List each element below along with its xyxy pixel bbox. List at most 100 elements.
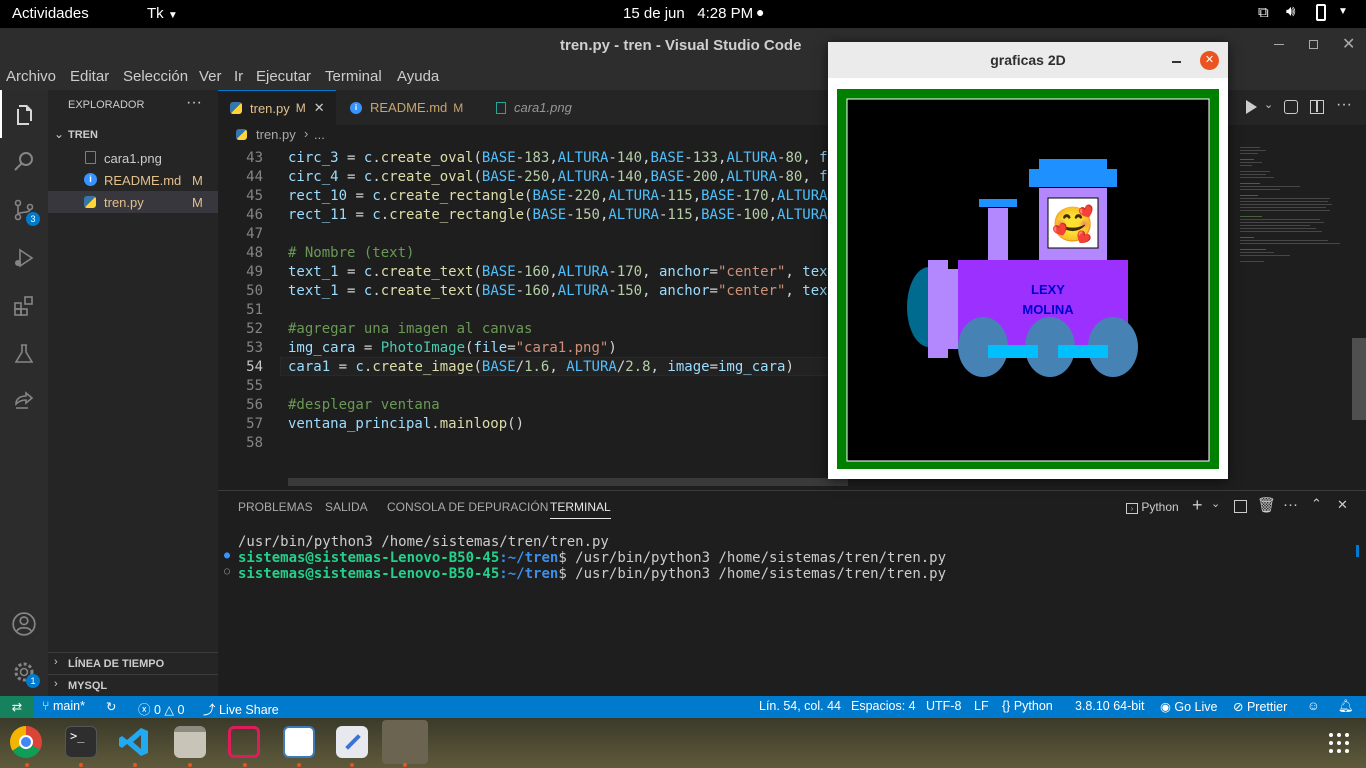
- menu-ir[interactable]: Ir: [234, 68, 243, 85]
- run-options-chevron-icon[interactable]: ⌄: [1264, 98, 1273, 111]
- code-line[interactable]: #agregar una imagen al canvas: [288, 321, 532, 337]
- open-changes-icon[interactable]: [1284, 100, 1298, 114]
- live-share-status[interactable]: ⤴ Live Share: [203, 699, 279, 718]
- menu-seleccion[interactable]: Selección: [123, 68, 188, 85]
- indentation[interactable]: Espacios: 4: [851, 699, 916, 713]
- code-line[interactable]: cara1 = c.create_image(BASE/1.6, ALTURA/…: [288, 359, 794, 375]
- code-line[interactable]: rect_11 = c.create_rectangle(BASE-150,AL…: [288, 207, 828, 223]
- source-control-icon[interactable]: 3: [0, 186, 48, 234]
- explorer-icon[interactable]: [0, 90, 48, 138]
- close-icon[interactable]: ✕: [1342, 34, 1355, 54]
- file-item-cara1-png[interactable]: cara1.png: [48, 147, 218, 169]
- folder-tren[interactable]: ⌄ TREN: [48, 126, 218, 146]
- minimize-icon[interactable]: [1172, 61, 1181, 63]
- timeline-section[interactable]: › LÍNEA DE TIEMPO: [48, 652, 218, 674]
- code-line[interactable]: circ_4 = c.create_oval(BASE-250,ALTURA-1…: [288, 169, 828, 185]
- menu-ver[interactable]: Ver: [199, 68, 222, 85]
- vertical-scrollbar[interactable]: [1352, 338, 1366, 420]
- tk-title-bar[interactable]: graficas 2D ✕: [828, 42, 1228, 78]
- account-icon[interactable]: [0, 600, 48, 648]
- vscode-app-icon[interactable]: [118, 726, 150, 758]
- file-item-readme-md[interactable]: i README.md M: [48, 169, 218, 191]
- extensions-icon[interactable]: [0, 282, 48, 330]
- trash-icon[interactable]: 🗑︎: [1257, 496, 1276, 514]
- horizontal-scrollbar[interactable]: [288, 478, 848, 486]
- show-apps-icon[interactable]: [1328, 732, 1350, 754]
- restore-icon[interactable]: [1309, 40, 1318, 49]
- code-line[interactable]: text_1 = c.create_text(BASE-160,ALTURA-1…: [288, 264, 828, 280]
- code-line[interactable]: circ_3 = c.create_oval(BASE-183,ALTURA-1…: [288, 150, 828, 166]
- close-panel-icon[interactable]: ✕: [1337, 497, 1348, 513]
- tab-readme-md[interactable]: i README.md M: [336, 90, 482, 125]
- cursor-position[interactable]: Lín. 54, col. 44: [759, 699, 841, 713]
- terminal-dropdown-chevron-icon[interactable]: ⌄: [1211, 497, 1220, 510]
- end-of-line[interactable]: LF: [974, 699, 989, 713]
- maximize-panel-icon[interactable]: ⌃: [1311, 496, 1322, 512]
- app-menu[interactable]: Tk ▼: [147, 5, 178, 22]
- code-line[interactable]: rect_10 = c.create_rectangle(BASE-220,AL…: [288, 188, 828, 204]
- remote-indicator-icon[interactable]: ⇄: [0, 696, 34, 718]
- code-line[interactable]: #desplegar ventana: [288, 397, 440, 413]
- code-line[interactable]: # Nombre (text): [288, 245, 414, 261]
- activities-button[interactable]: Actividades: [12, 5, 89, 22]
- more-actions-icon[interactable]: ···: [1336, 96, 1352, 114]
- menu-editar[interactable]: Editar: [70, 68, 109, 85]
- run-python-icon[interactable]: [1246, 100, 1257, 114]
- new-terminal-icon[interactable]: +: [1192, 495, 1203, 516]
- close-icon[interactable]: ✕: [1200, 51, 1219, 70]
- minimap[interactable]: [1238, 145, 1354, 265]
- more-actions-icon[interactable]: ···: [186, 94, 202, 112]
- split-terminal-icon[interactable]: [1234, 500, 1247, 513]
- split-editor-icon[interactable]: [1310, 100, 1324, 114]
- menu-ejecutar[interactable]: Ejecutar: [256, 68, 311, 85]
- mysql-section[interactable]: › MYSQL: [48, 674, 218, 696]
- language-mode[interactable]: {} Python: [1002, 699, 1053, 713]
- chrome-icon[interactable]: [10, 726, 42, 758]
- search-icon[interactable]: [0, 138, 48, 186]
- problems-status[interactable]: ⓧ 0 △ 0: [138, 699, 184, 718]
- text-editor-icon[interactable]: [336, 726, 368, 758]
- sync-icon[interactable]: ↻: [106, 699, 116, 714]
- code-editor[interactable]: 43 circ_3 = c.create_oval(BASE-183,ALTURA…: [218, 148, 840, 468]
- feedback-icon[interactable]: ☺: [1307, 699, 1320, 713]
- tab-cara1-png[interactable]: cara1.png: [482, 90, 596, 125]
- terminal-profile[interactable]: › Python: [1126, 500, 1179, 514]
- close-tab-icon[interactable]: ✕: [314, 100, 325, 116]
- tab-tren-py[interactable]: tren.py M ✕: [218, 90, 336, 125]
- settings-gear-icon[interactable]: 1: [0, 648, 48, 696]
- tab-salida[interactable]: SALIDA: [325, 500, 368, 514]
- terminal-app-icon[interactable]: >_: [65, 726, 97, 758]
- screenshot-app-icon[interactable]: [228, 726, 260, 758]
- tk-app-icon[interactable]: [382, 720, 428, 764]
- battery-icon[interactable]: [1316, 4, 1326, 21]
- menu-archivo[interactable]: Archivo: [6, 68, 56, 85]
- breadcrumb-file[interactable]: tren.py: [256, 127, 296, 142]
- code-line[interactable]: img_cara = PhotoImage(file="cara1.png"): [288, 340, 617, 356]
- code-line[interactable]: ventana_principal.mainloop(): [288, 416, 524, 432]
- more-actions-icon[interactable]: ···: [1283, 496, 1298, 513]
- menu-ayuda[interactable]: Ayuda: [397, 68, 439, 85]
- python-interpreter[interactable]: 3.8.10 64-bit: [1075, 699, 1145, 713]
- tab-problemas[interactable]: PROBLEMAS: [238, 500, 313, 514]
- encoding[interactable]: UTF-8: [926, 699, 961, 713]
- run-debug-icon[interactable]: [0, 234, 48, 282]
- document-viewer-icon[interactable]: [283, 726, 315, 758]
- volume-icon[interactable]: 🔊︎: [1286, 3, 1295, 20]
- tab-consola-depuracion[interactable]: CONSOLA DE DEPURACIÓN: [387, 500, 548, 514]
- clock[interactable]: 15 de jun 4:28 PM: [623, 5, 753, 22]
- testing-icon[interactable]: [0, 330, 48, 378]
- minimize-icon[interactable]: [1274, 44, 1284, 45]
- tab-terminal[interactable]: TERMINAL: [550, 500, 611, 519]
- files-app-icon[interactable]: [174, 726, 206, 758]
- go-live-status[interactable]: ◉ Go Live: [1160, 699, 1218, 714]
- breadcrumb-symbol[interactable]: ...: [314, 127, 325, 142]
- file-item-tren-py[interactable]: tren.py M: [48, 191, 218, 213]
- network-icon[interactable]: ⧉: [1258, 4, 1269, 21]
- code-line[interactable]: text_1 = c.create_text(BASE-160,ALTURA-1…: [288, 283, 828, 299]
- menu-terminal[interactable]: Terminal: [325, 68, 382, 85]
- live-share-icon[interactable]: [0, 378, 48, 426]
- power-menu-chevron-icon[interactable]: ▼: [1338, 6, 1348, 17]
- prettier-status[interactable]: ⊘ Prettier: [1233, 699, 1287, 714]
- notifications-bell-icon[interactable]: 🔔︎: [1338, 699, 1354, 714]
- branch-status[interactable]: ⑂ main*: [42, 699, 85, 713]
